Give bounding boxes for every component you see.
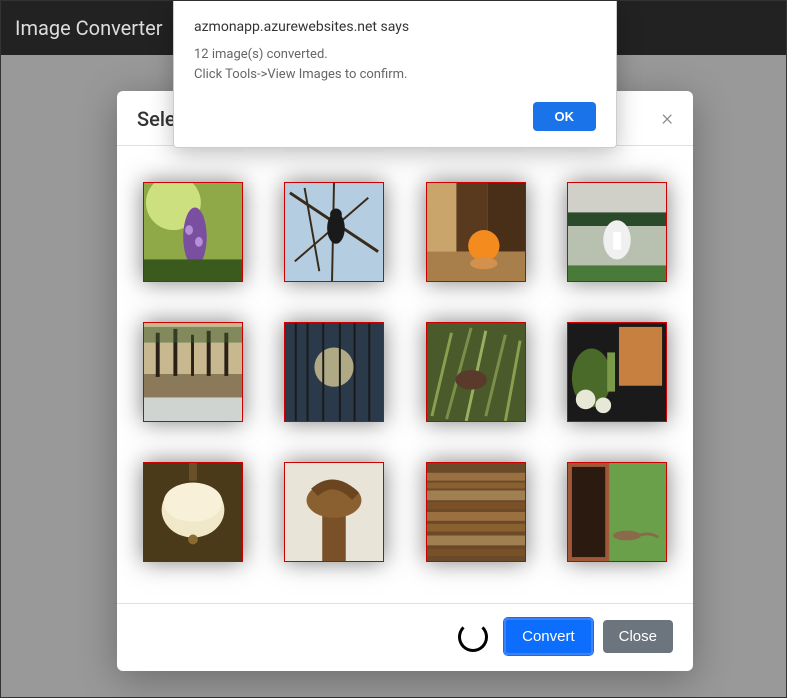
trees-stream-icon [144,323,242,421]
image-thumb[interactable] [567,182,667,282]
loading-spinner-icon [458,622,488,652]
image-thumb[interactable] [426,322,526,422]
alert-message: 12 image(s) converted. Click Tools->View… [194,45,596,84]
alert-actions: OK [194,102,596,131]
image-thumb[interactable] [426,462,526,562]
image-thumb[interactable] [143,182,243,282]
image-thumb[interactable] [143,462,243,562]
food-plate-icon [568,323,666,421]
browser-alert-dialog: azmonapp.azurewebsites.net says 12 image… [173,1,617,148]
image-thumb[interactable] [284,322,384,422]
image-select-modal: Select Images to Convert × [117,91,693,671]
fountain-park-icon [568,183,666,281]
orange-fruit-icon [427,183,525,281]
alert-ok-button[interactable]: OK [533,102,597,131]
alert-line1: 12 image(s) converted. [194,45,596,65]
reeds-sunset-icon [285,323,383,421]
wood-handle-icon [285,463,383,561]
bird-branches-icon [285,183,383,281]
stacked-books-icon [427,463,525,561]
image-grid [137,182,673,562]
app-title: Image Converter [15,16,162,40]
purple-flower-icon [144,183,242,281]
ceiling-lamp-icon [144,463,242,561]
modal-body [117,146,693,603]
modal-close-button[interactable]: × [661,108,673,130]
image-thumb[interactable] [143,322,243,422]
image-thumb[interactable] [426,182,526,282]
alert-line2: Click Tools->View Images to confirm. [194,65,596,85]
image-thumb[interactable] [567,322,667,422]
convert-button[interactable]: Convert [504,618,593,655]
close-button[interactable]: Close [603,620,673,653]
grass-closeup-icon [427,323,525,421]
image-thumb[interactable] [567,462,667,562]
alert-origin: azmonapp.azurewebsites.net says [194,19,596,35]
image-thumb[interactable] [284,182,384,282]
image-thumb[interactable] [284,462,384,562]
lizard-wall-icon [568,463,666,561]
modal-footer: Convert Close [117,603,693,671]
